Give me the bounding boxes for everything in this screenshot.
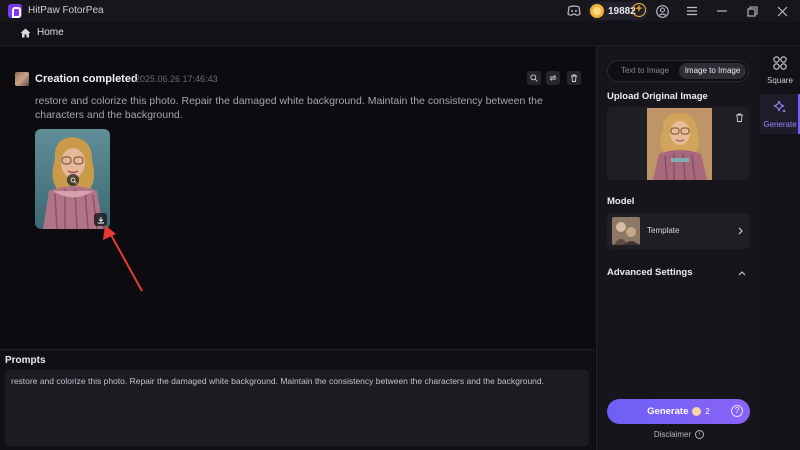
tab-text-to-image[interactable]: Text to Image	[612, 63, 678, 79]
coin-icon	[692, 407, 702, 416]
model-name: Template	[647, 226, 680, 235]
mode-tabs: Text to Image Image to Image	[607, 60, 749, 82]
prompts-textarea[interactable]: restore and colorize this photo. Repair …	[5, 370, 589, 446]
settings-panel: Text to Image Image to Image Upload Orig…	[596, 46, 760, 450]
info-icon: i	[695, 430, 705, 439]
creation-thumbnail	[15, 72, 29, 86]
breadcrumb-bar: Home	[0, 22, 800, 46]
app-title: HitPaw FotorPea	[28, 5, 104, 16]
result-image[interactable]	[35, 129, 110, 229]
download-icon	[97, 216, 104, 223]
advanced-settings-title[interactable]: Advanced Settings	[607, 267, 693, 278]
creation-timestamp: 2025.06.26 17:46:43	[135, 74, 218, 84]
prompts-label: Prompts	[5, 355, 46, 366]
help-icon[interactable]: ?	[731, 405, 743, 417]
side-nav-square-label: Square	[767, 76, 793, 85]
side-nav-generate-label: Generate	[763, 120, 797, 129]
zoom-button[interactable]	[527, 71, 541, 85]
creation-prompt-text: restore and colorize this photo. Repair …	[35, 95, 543, 121]
zoom-icon	[70, 177, 77, 184]
delete-icon	[571, 74, 577, 82]
prompts-panel: Prompts restore and colorize this photo.…	[0, 349, 594, 450]
regenerate-icon	[549, 75, 557, 81]
side-nav: Square Generate	[760, 46, 800, 450]
home-icon	[20, 28, 31, 37]
chevron-up-icon[interactable]	[737, 268, 747, 278]
side-nav-generate[interactable]: Generate	[760, 94, 800, 134]
creation-status-title: Creation completed	[35, 73, 138, 85]
model-selector[interactable]: Template	[607, 213, 750, 249]
menu-icon[interactable]	[684, 3, 700, 19]
chevron-right-icon	[735, 225, 745, 237]
tab-image-to-image[interactable]: Image to Image	[679, 63, 746, 79]
upload-title: Upload Original Image	[607, 91, 708, 102]
discord-icon[interactable]	[566, 3, 582, 19]
disclaimer-link[interactable]: Disclaimer i	[597, 430, 761, 439]
close-icon[interactable]	[774, 3, 790, 19]
regenerate-button[interactable]	[546, 71, 560, 85]
user-icon[interactable]	[654, 3, 670, 19]
coin-icon	[590, 4, 604, 18]
image-zoom-button[interactable]	[67, 174, 79, 186]
app-logo-icon	[8, 4, 22, 18]
disclaimer-label: Disclaimer	[653, 430, 692, 439]
creation-area: Creation completed 2025.06.26 17:46:43 r…	[0, 46, 594, 348]
model-title: Model	[607, 196, 635, 207]
generate-label: Generate	[647, 406, 689, 417]
download-button[interactable]	[94, 213, 107, 226]
model-thumbnail	[612, 217, 640, 245]
zoom-icon	[530, 74, 538, 82]
plus-icon[interactable]: +	[632, 3, 646, 17]
sparkle-icon	[773, 100, 786, 113]
generate-button[interactable]: Generate 2 ?	[607, 399, 750, 424]
side-nav-square[interactable]: Square	[760, 50, 800, 90]
upload-original-image[interactable]	[607, 107, 750, 180]
restore-icon[interactable]	[744, 3, 760, 19]
delete-button[interactable]	[567, 71, 581, 85]
square-icon	[773, 56, 787, 70]
minimize-icon[interactable]	[714, 3, 730, 19]
home-label: Home	[37, 27, 64, 38]
trash-icon[interactable]	[734, 112, 744, 122]
title-bar: HitPaw FotorPea 19882 +	[0, 0, 800, 22]
generate-cost: 2	[705, 407, 710, 416]
home-link[interactable]: Home	[20, 27, 64, 38]
uploaded-image	[647, 108, 712, 180]
